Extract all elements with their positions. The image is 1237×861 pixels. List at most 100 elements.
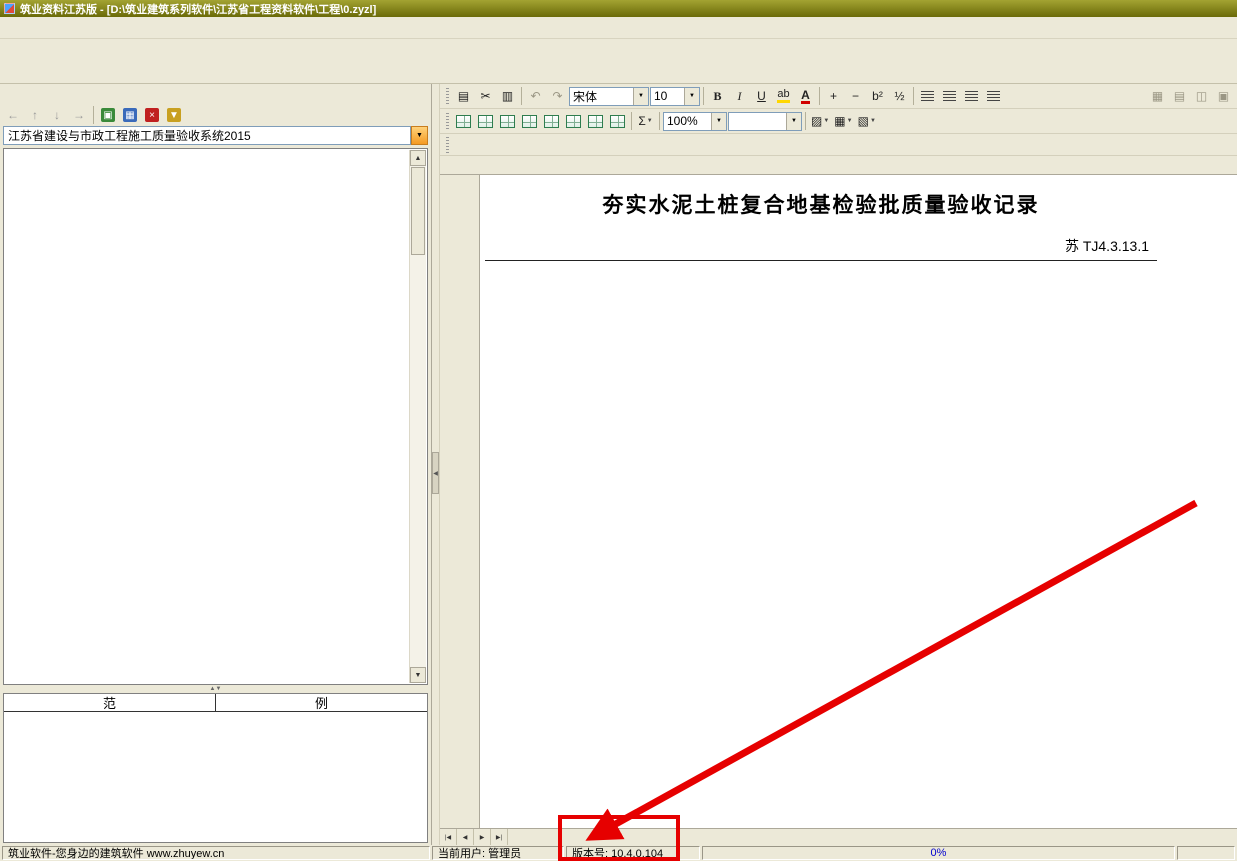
paste-button[interactable]: ▤ (453, 86, 474, 106)
copy-button[interactable]: ▥ (497, 86, 518, 106)
align-center-button[interactable] (939, 86, 960, 106)
delete-table-button[interactable]: × (142, 106, 162, 124)
scroll-down-icon[interactable]: ▼ (410, 667, 426, 683)
filter-icon: ▼ (167, 108, 181, 122)
zoom-select[interactable]: 100% ▼ (663, 112, 727, 131)
split-window-button[interactable]: ◫ (1191, 86, 1212, 106)
border-style-button[interactable]: ▦▼ (832, 111, 854, 131)
chevron-down-icon[interactable]: ▼ (633, 88, 648, 105)
copy-table-button[interactable]: ▦ (120, 106, 140, 124)
toolbar-grip[interactable] (446, 88, 449, 104)
bold-button[interactable]: B (707, 86, 728, 106)
next-sheet-button[interactable]: ▶ (474, 829, 491, 845)
tree-scrollbar[interactable]: ▲ ▼ (409, 150, 426, 683)
panel-splitter[interactable]: ▲▼ (0, 685, 431, 693)
align-left-button[interactable] (917, 86, 938, 106)
italic-button[interactable]: I (729, 86, 750, 106)
editor-panel: ▤ ✂ ▥ ↶ ↷ 宋体 ▼ 10 ▼ B I U ab A + − b² ½ (440, 84, 1237, 845)
font-size-select[interactable]: 10 ▼ (650, 87, 700, 106)
progress-value: 0% (931, 847, 947, 859)
copy-table-icon: ▦ (123, 108, 137, 122)
chevron-down-icon: ▼ (416, 132, 423, 139)
align-center-icon (943, 91, 956, 102)
align-justify-icon (987, 91, 1000, 102)
split-cell-icon (500, 115, 515, 128)
chevron-down-icon[interactable]: ▼ (786, 113, 801, 130)
redo-icon: ↷ (552, 89, 562, 103)
window-titlebar: 筑业资料江苏版 - [D:\筑业建筑系列软件\江苏省工程资料软件\工程\0.zy… (0, 0, 1237, 17)
toolbar-grip[interactable] (446, 113, 449, 129)
status-extra (1177, 846, 1235, 860)
fill-color-button[interactable]: ▨▼ (809, 111, 831, 131)
fraction-button[interactable]: ½ (889, 86, 910, 106)
left-panel-tabs (0, 84, 431, 104)
down-button[interactable]: ↓ (47, 106, 67, 124)
status-app-info: 筑业软件-您身边的建筑软件 www.zhuyew.cn (2, 846, 430, 860)
undo-button[interactable]: ↶ (525, 86, 546, 106)
menubar (0, 17, 1237, 39)
expand-tree-button[interactable]: ▣ (98, 106, 118, 124)
delete-column-button[interactable] (585, 111, 606, 131)
example-list[interactable] (4, 712, 427, 842)
cut-icon: ✂ (480, 89, 490, 103)
font-select[interactable]: 宋体 ▼ (569, 87, 649, 106)
filter-button[interactable]: ▼ (164, 106, 184, 124)
prev-sheet-button[interactable]: ◀ (457, 829, 474, 845)
insert-row-icon (522, 115, 537, 128)
collapse-left-button[interactable]: ◀ (432, 452, 439, 494)
decrease-button[interactable]: − (845, 86, 866, 106)
catalog-select[interactable]: 江苏省建设与市政工程施工质量验收系统2015 (3, 126, 411, 145)
catalog-select-dropdown[interactable]: ▼ (411, 126, 428, 145)
frame-button[interactable]: ▤ (1169, 86, 1190, 106)
superscript-button[interactable]: b² (867, 86, 888, 106)
lock-cell-button[interactable] (607, 111, 628, 131)
fill-color-icon: ▨ (811, 114, 822, 128)
align-right-button[interactable] (961, 86, 982, 106)
zoom-value: 100% (664, 114, 711, 128)
scroll-thumb[interactable] (411, 167, 425, 255)
row-headers (440, 175, 480, 828)
back-button[interactable]: ← (3, 106, 23, 124)
document-title: 夯实水泥土桩复合地基检验批质量验收记录 (485, 175, 1157, 232)
scroll-track[interactable] (410, 166, 426, 667)
column-headers (440, 156, 1237, 175)
split-cell-button[interactable] (497, 111, 518, 131)
catalog-tree: ▲ ▼ (3, 148, 428, 685)
font-name-value: 宋体 (570, 88, 633, 105)
delete-column-icon (588, 115, 603, 128)
up-button[interactable]: ↑ (25, 106, 45, 124)
delete-row-icon (544, 115, 559, 128)
cut-button[interactable]: ✂ (475, 86, 496, 106)
font-color-button[interactable]: A (795, 86, 816, 106)
merge-cells-button[interactable] (453, 111, 474, 131)
chevron-down-icon[interactable]: ▼ (711, 113, 726, 130)
first-sheet-button[interactable]: |◀ (440, 829, 457, 845)
border-style-icon: ▦ (834, 114, 845, 128)
status-version: 版本号: 10.4.0.104 (566, 846, 700, 860)
sheet-tab-filler (508, 829, 1237, 845)
scroll-up-icon[interactable]: ▲ (410, 150, 426, 166)
forward-button[interactable]: → (69, 106, 89, 124)
style-select[interactable]: ▼ (728, 112, 802, 131)
underline-button[interactable]: U (751, 86, 772, 106)
autosum-button[interactable]: Σ▼ (635, 111, 656, 131)
delete-row-button[interactable] (541, 111, 562, 131)
insert-row-button[interactable] (519, 111, 540, 131)
align-right-icon (965, 91, 978, 102)
chevron-down-icon[interactable]: ▼ (684, 88, 699, 105)
align-justify-button[interactable] (983, 86, 1004, 106)
app-icon (4, 3, 15, 14)
document-page[interactable]: 夯实水泥土桩复合地基检验批质量验收记录 苏 TJ4.3.13.1 (480, 175, 1237, 828)
freeze-panes-button[interactable]: ▣ (1213, 86, 1234, 106)
grid-icon: ▦ (1152, 89, 1163, 103)
increase-button[interactable]: + (823, 86, 844, 106)
redo-button[interactable]: ↷ (547, 86, 568, 106)
highlight-button[interactable]: ab (773, 86, 794, 106)
last-sheet-button[interactable]: ▶| (491, 829, 508, 845)
toolbar-grip[interactable] (446, 137, 449, 153)
insert-column-button[interactable] (563, 111, 584, 131)
pattern-button[interactable]: ▧▼ (856, 111, 878, 131)
splitter-bar[interactable]: ◀ (432, 84, 440, 845)
grid-lines-button[interactable]: ▦ (1147, 86, 1168, 106)
unmerge-cells-button[interactable] (475, 111, 496, 131)
